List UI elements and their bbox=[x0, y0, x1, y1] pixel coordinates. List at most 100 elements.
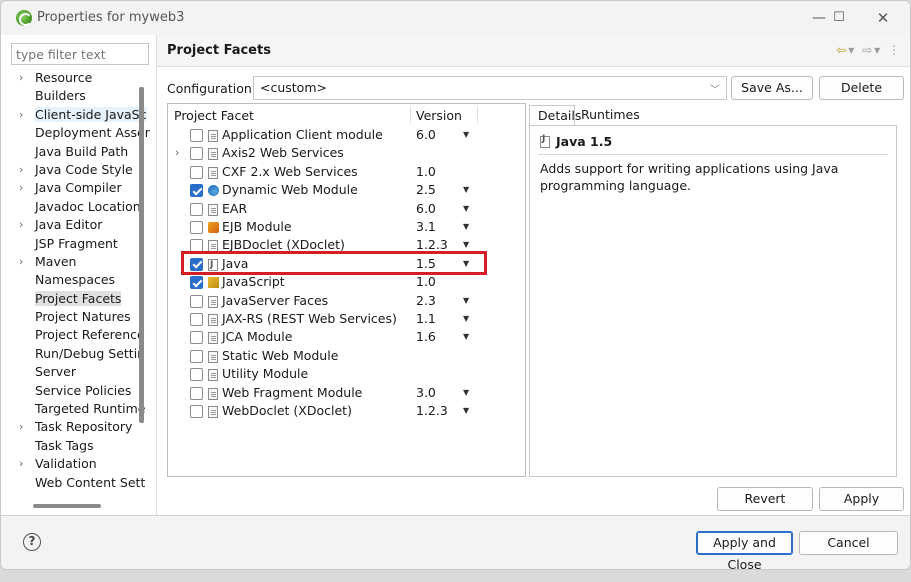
help-icon[interactable]: ? bbox=[23, 533, 41, 551]
sidebar-item[interactable]: Java Build Path bbox=[11, 143, 151, 161]
back-menu-chevron-icon[interactable]: ▾ bbox=[848, 43, 856, 57]
facet-row[interactable]: › Axis2 Web Services bbox=[168, 144, 525, 162]
facet-row[interactable]: JavaScript 1.0 bbox=[168, 273, 525, 291]
facet-row[interactable]: JAX-RS (REST Web Services) 1.1 ▼ bbox=[168, 310, 525, 328]
facet-row[interactable]: JCA Module 1.6 ▼ bbox=[168, 328, 525, 346]
sidebar-item[interactable]: › Java Editor bbox=[11, 216, 151, 234]
facet-version[interactable]: 1.1 bbox=[416, 310, 436, 328]
chevron-right-icon[interactable]: › bbox=[19, 179, 23, 197]
facet-checkbox[interactable] bbox=[190, 331, 203, 345]
chevron-right-icon[interactable]: › bbox=[175, 144, 179, 162]
configuration-select[interactable]: <custom> ﹀ bbox=[253, 76, 727, 100]
view-menu-icon[interactable]: ⋮ bbox=[888, 43, 902, 57]
chevron-right-icon[interactable]: › bbox=[19, 418, 23, 436]
column-header-version[interactable]: Version bbox=[416, 108, 462, 123]
chevron-right-icon[interactable]: › bbox=[19, 455, 23, 473]
sidebar-item[interactable]: › Java Code Style bbox=[11, 161, 151, 179]
version-dropdown-icon[interactable]: ▼ bbox=[463, 328, 469, 346]
facet-checkbox[interactable] bbox=[190, 276, 203, 290]
filter-input[interactable] bbox=[11, 43, 149, 65]
facet-checkbox[interactable] bbox=[190, 405, 203, 418]
sidebar-item[interactable]: Project Natures bbox=[11, 308, 151, 326]
version-dropdown-icon[interactable]: ▼ bbox=[463, 402, 469, 420]
facet-checkbox[interactable] bbox=[190, 147, 203, 161]
sidebar-item[interactable]: › Maven bbox=[11, 253, 151, 271]
column-header-facet[interactable]: Project Facet bbox=[174, 108, 254, 123]
sidebar-item[interactable]: Service Policies bbox=[11, 382, 151, 400]
facet-checkbox[interactable] bbox=[190, 165, 203, 179]
facet-version[interactable]: 1.0 bbox=[416, 163, 436, 181]
tree-vertical-scrollbar[interactable] bbox=[139, 87, 144, 423]
facet-version[interactable]: 6.0 bbox=[416, 200, 436, 218]
facet-checkbox[interactable] bbox=[190, 386, 203, 400]
version-dropdown-icon[interactable]: ▼ bbox=[463, 126, 469, 144]
facet-checkbox[interactable] bbox=[190, 202, 203, 216]
sidebar-item[interactable]: › Java Compiler bbox=[11, 179, 151, 197]
delete-button[interactable]: Delete bbox=[819, 76, 904, 100]
facet-version[interactable]: 1.6 bbox=[416, 328, 436, 346]
version-dropdown-icon[interactable]: ▼ bbox=[463, 384, 469, 402]
facet-row[interactable]: CXF 2.x Web Services 1.0 bbox=[168, 163, 525, 181]
chevron-right-icon[interactable]: › bbox=[19, 216, 23, 234]
facet-row[interactable]: Dynamic Web Module 2.5 ▼ bbox=[168, 181, 525, 199]
sidebar-item[interactable]: Run/Debug Settir bbox=[11, 345, 151, 363]
apply-button[interactable]: Apply bbox=[819, 487, 904, 511]
tab-details[interactable]: Details bbox=[529, 105, 581, 125]
facet-version[interactable]: 2.3 bbox=[416, 292, 436, 310]
facet-row[interactable]: Application Client module 6.0 ▼ bbox=[168, 126, 525, 144]
close-icon[interactable]: ✕ bbox=[871, 7, 895, 29]
sidebar-item[interactable]: › Resource bbox=[11, 69, 151, 87]
facet-version[interactable]: 1.0 bbox=[416, 273, 436, 291]
facet-checkbox[interactable] bbox=[190, 129, 203, 142]
chevron-right-icon[interactable]: › bbox=[19, 253, 23, 271]
sidebar-item[interactable]: › Validation bbox=[11, 455, 151, 473]
maximize-icon[interactable]: ☐ bbox=[827, 7, 851, 29]
facet-version[interactable]: 6.0 bbox=[416, 126, 436, 144]
facet-version[interactable]: 1.2.3 bbox=[416, 402, 448, 420]
chevron-right-icon[interactable]: › bbox=[19, 106, 23, 124]
tree-horizontal-scrollbar[interactable] bbox=[33, 504, 101, 508]
facet-version[interactable]: 3.1 bbox=[416, 218, 436, 236]
version-dropdown-icon[interactable]: ▼ bbox=[463, 181, 469, 199]
back-arrow-icon[interactable]: ⇦ bbox=[836, 43, 848, 57]
forward-menu-chevron-icon[interactable]: ▾ bbox=[874, 43, 882, 57]
facet-row[interactable]: Web Fragment Module 3.0 ▼ bbox=[168, 384, 525, 402]
facet-version[interactable]: 2.5 bbox=[416, 181, 436, 199]
save-as-button[interactable]: Save As... bbox=[731, 76, 813, 100]
facet-version[interactable]: 3.0 bbox=[416, 384, 436, 402]
facet-checkbox[interactable] bbox=[190, 294, 203, 308]
sash[interactable] bbox=[156, 35, 157, 515]
sidebar-item[interactable]: Project Reference bbox=[11, 326, 151, 344]
sidebar-item[interactable]: Web Content Sett bbox=[11, 474, 151, 492]
sidebar-item[interactable]: Targeted Runtime bbox=[11, 400, 151, 418]
facet-row[interactable]: EAR 6.0 ▼ bbox=[168, 200, 525, 218]
facet-row[interactable]: Static Web Module bbox=[168, 347, 525, 365]
chevron-right-icon[interactable]: › bbox=[19, 161, 23, 179]
cancel-button[interactable]: Cancel bbox=[799, 531, 898, 555]
sidebar-item[interactable]: › Client-side JavaSc bbox=[11, 106, 151, 124]
sidebar-item[interactable]: Task Tags bbox=[11, 437, 151, 455]
facet-checkbox[interactable] bbox=[190, 313, 203, 326]
sidebar-item[interactable]: Server bbox=[11, 363, 151, 381]
forward-arrow-icon[interactable]: ⇨ bbox=[862, 43, 874, 57]
sidebar-item[interactable]: Deployment Asser bbox=[11, 124, 151, 142]
facet-row[interactable]: EJB Module 3.1 ▼ bbox=[168, 218, 525, 236]
tab-runtimes[interactable]: Runtimes bbox=[577, 107, 640, 122]
version-dropdown-icon[interactable]: ▼ bbox=[463, 310, 469, 328]
sidebar-item[interactable]: JSP Fragment bbox=[11, 235, 151, 253]
sidebar-item[interactable]: › Task Repository bbox=[11, 418, 151, 436]
apply-and-close-button[interactable]: Apply and Close bbox=[696, 531, 793, 569]
sidebar-item[interactable]: Project Facets bbox=[11, 290, 151, 308]
facet-checkbox[interactable] bbox=[190, 368, 203, 382]
facet-checkbox[interactable] bbox=[190, 221, 203, 234]
facet-checkbox[interactable] bbox=[190, 349, 203, 363]
facet-row[interactable]: Utility Module bbox=[168, 365, 525, 383]
sidebar-item[interactable]: Namespaces bbox=[11, 271, 151, 289]
revert-button[interactable]: Revert bbox=[717, 487, 813, 511]
version-dropdown-icon[interactable]: ▼ bbox=[463, 200, 469, 218]
facet-row[interactable]: WebDoclet (XDoclet) 1.2.3 ▼ bbox=[168, 402, 525, 420]
facet-checkbox[interactable] bbox=[190, 184, 203, 198]
facet-row[interactable]: JavaServer Faces 2.3 ▼ bbox=[168, 292, 525, 310]
chevron-right-icon[interactable]: › bbox=[19, 69, 23, 87]
version-dropdown-icon[interactable]: ▼ bbox=[463, 292, 469, 310]
